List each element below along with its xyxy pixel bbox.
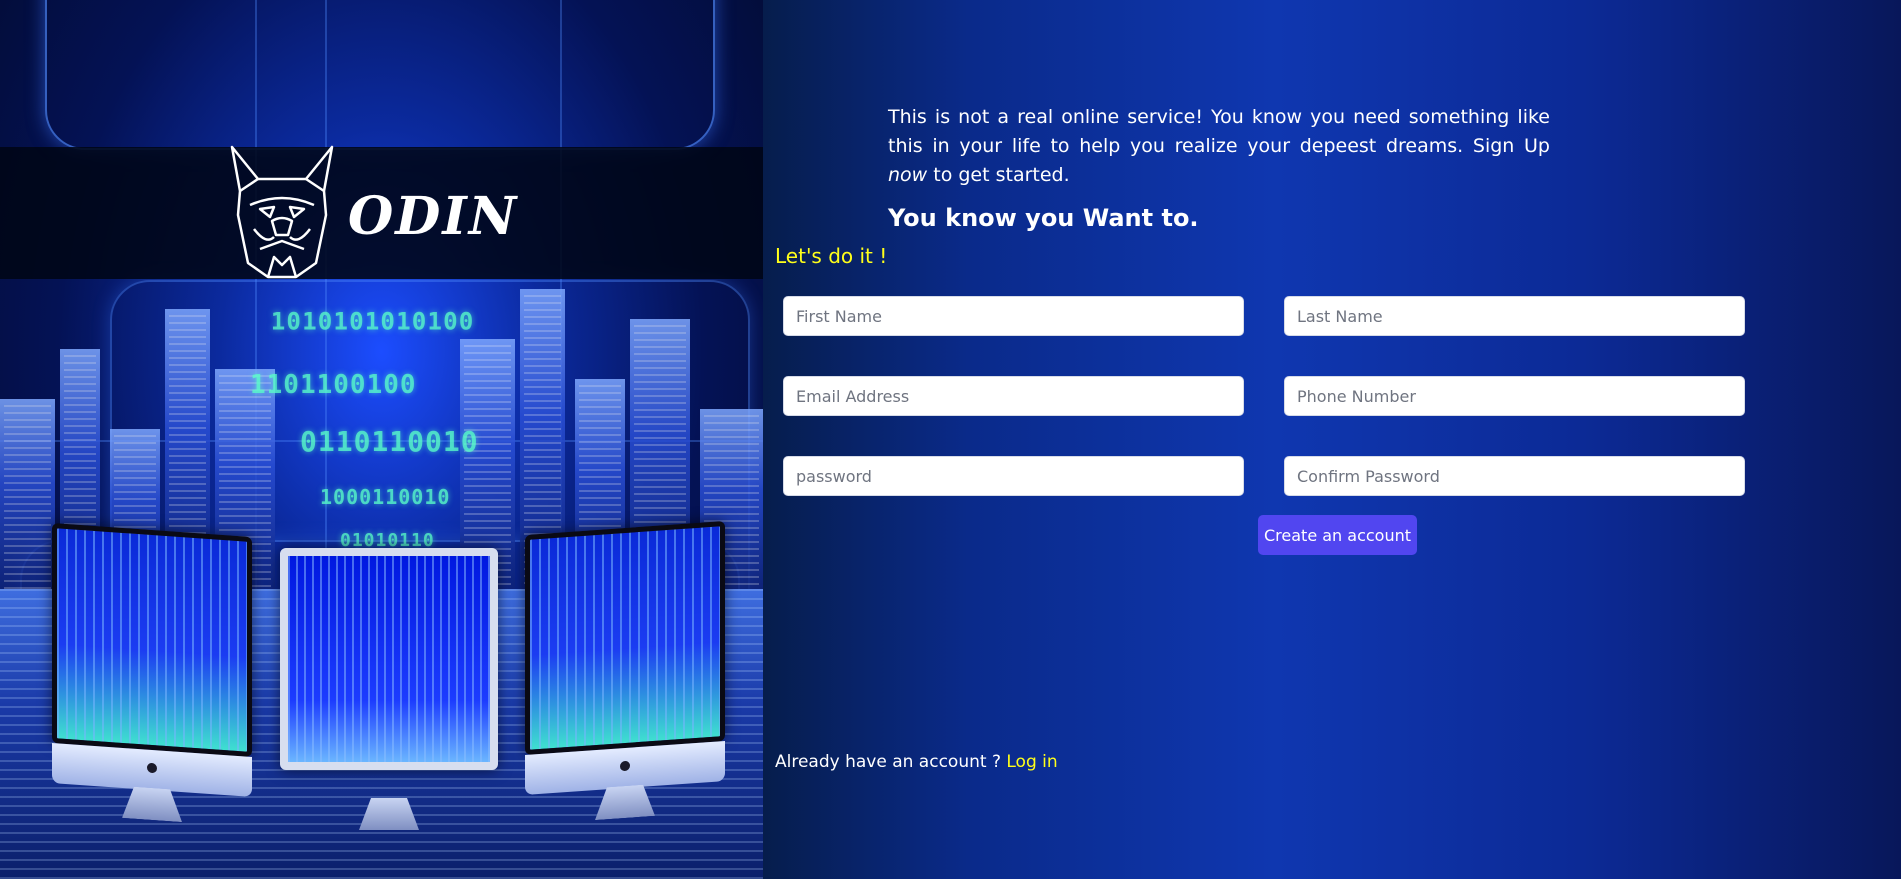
page-headline: You know you Want to. bbox=[888, 204, 1199, 232]
signup-panel: This is not a real online service! You k… bbox=[763, 0, 1901, 879]
intro-emphasis: now bbox=[888, 164, 928, 186]
monitor-center-illustration bbox=[280, 548, 498, 830]
binary-code-decoration: 1000110010 bbox=[320, 485, 451, 509]
intro-text: This is not a real online service! You k… bbox=[888, 106, 1550, 157]
binary-code-decoration: 1101100100 bbox=[250, 370, 417, 400]
phone-input[interactable] bbox=[1284, 376, 1745, 416]
monitor-left-illustration bbox=[52, 523, 252, 757]
hero-image: 1010101010100 1101100100 0110110010 1000… bbox=[0, 0, 763, 879]
viking-helmet-logo-icon bbox=[230, 145, 334, 279]
login-prompt: Already have an account ? Log in bbox=[775, 752, 1058, 772]
login-prompt-text: Already have an account ? bbox=[775, 752, 1001, 772]
create-account-button[interactable]: Create an account bbox=[1258, 515, 1418, 555]
password-input[interactable] bbox=[783, 456, 1244, 496]
monitor-right-illustration bbox=[525, 521, 725, 755]
email-input[interactable] bbox=[783, 376, 1244, 416]
login-link[interactable]: Log in bbox=[1006, 752, 1057, 772]
decorative-frame bbox=[45, 0, 715, 150]
first-name-input[interactable] bbox=[783, 296, 1244, 336]
intro-text-end: to get started. bbox=[927, 164, 1070, 186]
brand-logo: ODIN bbox=[230, 145, 518, 280]
confirm-password-input[interactable] bbox=[1284, 456, 1745, 496]
intro-paragraph: This is not a real online service! You k… bbox=[888, 103, 1550, 190]
binary-code-decoration: 1010101010100 bbox=[270, 308, 475, 337]
last-name-input[interactable] bbox=[1284, 296, 1745, 336]
brand-name: ODIN bbox=[348, 186, 519, 247]
form-subheading: Let's do it ! bbox=[775, 244, 888, 268]
binary-code-decoration: 0110110010 bbox=[300, 425, 479, 458]
